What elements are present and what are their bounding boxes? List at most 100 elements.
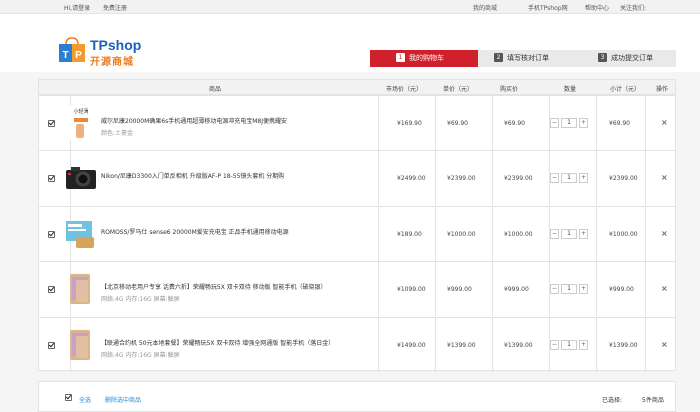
quantity-input[interactable]: 1 xyxy=(561,173,577,184)
increment-button[interactable]: + xyxy=(579,118,588,128)
row-checkbox[interactable] xyxy=(48,230,55,238)
purchase-price: ¥1000.00 xyxy=(504,230,533,238)
header-action: 操作 xyxy=(656,86,669,93)
unit-price: ¥69.90 xyxy=(447,120,468,127)
quantity-stepper: − 1 + xyxy=(550,118,590,128)
top-bar: Hi,请登录 免费注册 我的商城 手机TPshop网 帮助中心 关注我们: xyxy=(0,0,700,14)
delete-icon[interactable]: × xyxy=(661,118,668,127)
column-divider xyxy=(435,151,436,206)
step-label: 我的购物车 xyxy=(409,54,444,62)
step-fill-order: 2 填写核对订单 xyxy=(478,50,578,67)
header-purchase-price: 购买价 xyxy=(500,86,519,93)
header: T P TPshop 开源商城 1 我的购物车 2 填写核对订单 3 成功提交订单 xyxy=(0,14,700,72)
step-label: 成功提交订单 xyxy=(611,54,653,62)
decrement-button[interactable]: − xyxy=(550,173,559,184)
column-divider xyxy=(435,262,436,317)
product-spec: 颜色:土豪金 xyxy=(101,130,134,137)
row-checkbox[interactable] xyxy=(48,120,55,127)
login-link[interactable]: Hi,请登录 xyxy=(64,3,90,12)
follow-us-link[interactable]: 关注我们: xyxy=(620,3,646,12)
market-price: ¥1099.00 xyxy=(397,286,426,294)
quantity-input[interactable]: 1 xyxy=(561,284,577,295)
step-number: 3 xyxy=(598,53,607,62)
product-spec: 网络:4G 内存:16G 屏幕:触屏 xyxy=(101,351,180,359)
increment-button[interactable]: + xyxy=(579,228,588,239)
header-unit-price: 单价（元） xyxy=(443,86,474,93)
row-checkbox[interactable] xyxy=(48,286,55,294)
table-header: 商品 市场价（元） 单价（元） 购买价 数量 小计（元） 操作 xyxy=(39,80,675,95)
column-divider xyxy=(645,317,646,372)
phone-thumbnail[interactable] xyxy=(64,328,98,362)
cart-row: Nikon/尼康D3300入门单反相机 升级版AF-P 18-55镜头套机 分期… xyxy=(39,150,675,206)
column-divider xyxy=(492,151,493,206)
cart-row: 【联通合约机 50元本地套餐】荣耀畅玩5X 双卡双待 增强全网通版 智能手机（落… xyxy=(39,316,675,372)
product-name[interactable]: 【北京移动老用户专享 话费六折】荣耀畅玩5X 双卡双待 移动版 智能手机（破晓银… xyxy=(101,282,391,291)
my-mall-link[interactable]: 我的商城 xyxy=(473,3,497,12)
phone-thumbnail[interactable] xyxy=(64,272,98,306)
selected-count: 5件商品 xyxy=(642,397,664,404)
quantity-stepper: − 1 + xyxy=(550,228,590,239)
decrement-button[interactable]: − xyxy=(550,339,559,350)
product-name[interactable]: 威尔尼康20000M确果6s手机通用超薄移动电源冲充电宝M8J便携耀安 xyxy=(101,116,391,125)
select-all-link[interactable]: 全选 xyxy=(79,395,91,404)
quantity-input[interactable]: 1 xyxy=(561,228,577,239)
column-divider xyxy=(645,262,646,317)
column-divider xyxy=(596,262,597,317)
quantity-input[interactable]: 1 xyxy=(561,339,577,350)
cart-row: 小轻薄 威尔尼康20000M确果6s手机通用超薄移动电源冲充电宝M8J便携耀安颜… xyxy=(39,95,675,150)
column-divider xyxy=(645,151,646,206)
mobile-site-link[interactable]: 手机TPshop网 xyxy=(528,3,568,12)
camera-thumbnail[interactable] xyxy=(64,161,98,195)
decrement-button[interactable]: − xyxy=(550,284,559,295)
market-price: ¥2499.00 xyxy=(397,175,426,183)
unit-price: ¥1399.00 xyxy=(447,341,476,349)
delete-icon[interactable]: × xyxy=(661,173,668,182)
header-quantity: 数量 xyxy=(564,86,577,93)
delete-icon[interactable]: × xyxy=(661,229,668,238)
unit-price: ¥2399.00 xyxy=(447,175,476,183)
column-divider xyxy=(596,317,597,372)
delete-selected-link[interactable]: 删除选中商品 xyxy=(105,395,141,404)
romoss-power-bank-thumbnail[interactable] xyxy=(64,217,98,251)
market-price: ¥169.90 xyxy=(397,120,422,127)
column-divider xyxy=(492,206,493,261)
increment-button[interactable]: + xyxy=(579,339,588,350)
power-bank-thumbnail[interactable]: 小轻薄 xyxy=(64,106,98,140)
quantity-input[interactable]: 1 xyxy=(561,118,577,128)
help-center-link[interactable]: 帮助中心 xyxy=(585,3,609,12)
market-price: ¥189.00 xyxy=(397,230,422,238)
column-divider xyxy=(645,96,646,150)
increment-button[interactable]: + xyxy=(579,284,588,295)
subtotal: ¥1000.00 xyxy=(609,230,638,238)
row-checkbox[interactable] xyxy=(48,175,55,183)
decrement-button[interactable]: − xyxy=(550,228,559,239)
delete-icon[interactable]: × xyxy=(661,284,668,293)
column-divider xyxy=(492,317,493,372)
column-divider xyxy=(492,96,493,150)
header-market-price: 市场价（元） xyxy=(386,86,423,93)
unit-price: ¥999.00 xyxy=(447,286,472,294)
quantity-stepper: − 1 + xyxy=(550,173,590,184)
subtotal: ¥69.90 xyxy=(609,120,630,127)
step-label: 填写核对订单 xyxy=(507,54,549,62)
select-all-checkbox[interactable] xyxy=(65,394,72,401)
product-name[interactable]: Nikon/尼康D3300入门单反相机 升级版AF-P 18-55镜头套机 分期… xyxy=(101,171,391,180)
row-checkbox[interactable] xyxy=(48,341,55,349)
increment-button[interactable]: + xyxy=(579,173,588,184)
svg-text:T: T xyxy=(62,50,68,61)
shopping-bag-icon: T P xyxy=(59,37,85,62)
cart-row: 【北京移动老用户专享 话费六折】荣耀畅玩5X 双卡双待 移动版 智能手机（破晓银… xyxy=(39,261,675,317)
product-name[interactable]: 【联通合约机 50元本地套餐】荣耀畅玩5X 双卡双待 增强全网通版 智能手机（落… xyxy=(101,338,391,347)
delete-icon[interactable]: × xyxy=(661,340,668,349)
product-name[interactable]: ROMOSS/罗马仕 sense6 20000M爱安充电宝 正品手机通用移动电源 xyxy=(101,227,391,236)
column-divider xyxy=(596,96,597,150)
decrement-button[interactable]: − xyxy=(550,118,559,128)
tpshop-logo[interactable]: T P TPshop 开源商城 xyxy=(58,37,188,77)
subtotal: ¥2399.00 xyxy=(609,175,638,183)
subtotal: ¥999.00 xyxy=(609,286,634,294)
step-my-cart: 1 我的购物车 xyxy=(370,50,478,67)
step-arrow xyxy=(570,50,578,66)
header-subtotal: 小计（元） xyxy=(610,86,641,93)
unit-price: ¥1000.00 xyxy=(447,230,476,238)
register-link[interactable]: 免费注册 xyxy=(103,3,127,12)
